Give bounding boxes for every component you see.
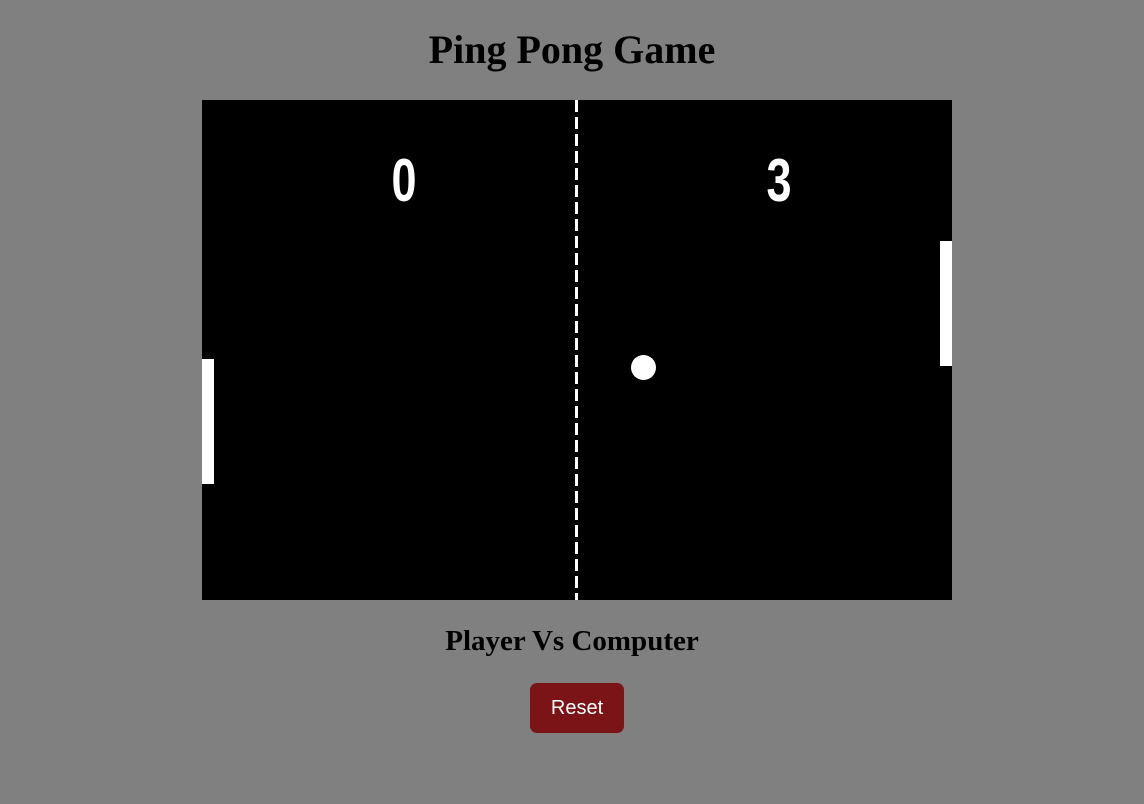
game-mode-label: Player Vs Computer — [445, 625, 699, 657]
reset-button[interactable]: Reset — [530, 683, 624, 733]
center-net — [575, 100, 578, 600]
ball — [631, 355, 656, 380]
player-score: 0 — [391, 147, 417, 214]
computer-paddle — [940, 241, 952, 366]
computer-score: 3 — [766, 147, 792, 214]
page: Ping Pong Game 0 3 Player Vs Computer Re… — [0, 0, 1144, 804]
player-paddle[interactable] — [202, 359, 214, 484]
game-board[interactable]: 0 3 — [202, 100, 952, 600]
page-title: Ping Pong Game — [428, 27, 716, 72]
